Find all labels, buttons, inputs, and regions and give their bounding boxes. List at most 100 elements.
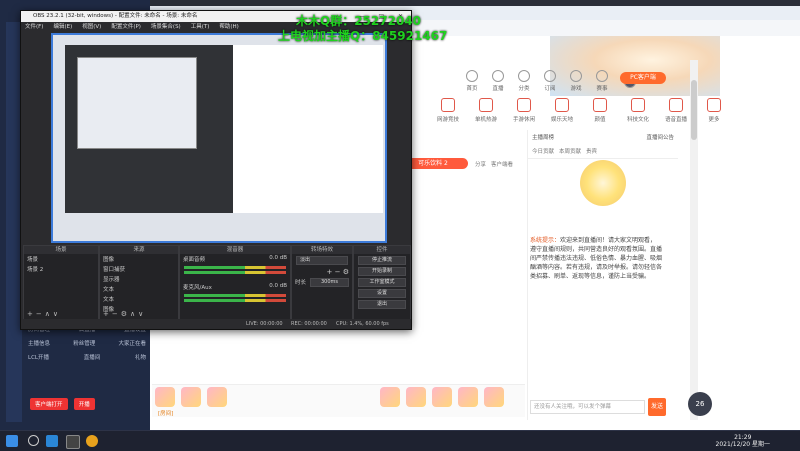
open-client-button[interactable]: 客户端打开 (30, 398, 68, 410)
scene-item[interactable]: 场景 (24, 254, 98, 264)
start-live-button[interactable]: 开播 (73, 398, 95, 410)
source-item[interactable]: 文本 (100, 294, 178, 304)
nav-home[interactable]: 首页 (460, 70, 484, 92)
category-item[interactable]: 网游竞技 (430, 98, 466, 123)
notice-label: 直播间公告 (646, 135, 674, 141)
scene-item[interactable]: 场景 2 (24, 264, 98, 274)
gift-item[interactable] (458, 387, 478, 407)
chat-input[interactable]: 还没有人关注哦，可以发个弹幕 (530, 400, 645, 414)
dock-title: 来源 (100, 246, 178, 254)
mixer-track: 麦克风/Aux 0.0 dB (180, 282, 290, 292)
nav-game[interactable]: 游戏 (564, 70, 588, 92)
menu-item[interactable]: 礼物 (135, 353, 146, 361)
tab-today[interactable]: 今日贡献 (532, 147, 554, 155)
duration-row: 时长 300ms (292, 277, 352, 288)
nav-label: 游戏 (570, 86, 582, 92)
category-item[interactable]: 更多 (696, 98, 732, 123)
transition-add-remove[interactable]: + − ⚙ (292, 267, 352, 277)
menu-item[interactable]: 粉丝管理 (73, 339, 95, 347)
client-link[interactable]: 客户端看 (491, 160, 513, 168)
menu-item[interactable]: 主播信息 (28, 339, 50, 347)
share-link[interactable]: 分享 (475, 160, 486, 168)
scene-tools[interactable]: +−∧∨ (27, 310, 61, 318)
volume-slider[interactable] (184, 271, 286, 274)
rank-header: 主播周榜 直播间公告 (528, 130, 678, 144)
category-icon (518, 70, 530, 82)
nav-label: 赛事 (596, 86, 608, 92)
track-db: 0.0 dB (269, 283, 287, 289)
menu-row: 主播信息 粉丝管理 大家正在看 (24, 336, 150, 350)
left-buttons: 客户端打开 开播 (30, 398, 150, 410)
nav-category[interactable]: 分类 (512, 70, 536, 92)
category-item[interactable]: 单机热游 (468, 98, 504, 123)
send-button[interactable]: 发送 (648, 398, 666, 416)
gift-item[interactable] (484, 387, 504, 407)
duration-input[interactable]: 300ms (310, 278, 349, 287)
category-item[interactable]: 颜值 (582, 98, 618, 123)
studio-mode-button[interactable]: 工作室模式 (358, 278, 406, 287)
obs-icon[interactable] (66, 435, 80, 449)
stop-stream-button[interactable]: 停止推流 (358, 256, 406, 265)
gift-item[interactable] (432, 387, 452, 407)
exit-button[interactable]: 退出 (358, 300, 406, 309)
nav-follow[interactable]: 订阅 (538, 70, 562, 92)
duration-label: 时长 (295, 280, 307, 286)
game-icon (570, 70, 582, 82)
transitions-dock: 转场特效 淡出 + − ⚙ 时长 300ms (291, 245, 353, 321)
gift-bar: [房间] (152, 384, 525, 417)
gift-item[interactable] (207, 387, 227, 407)
menu-profile[interactable]: 配置文件(P) (111, 24, 141, 30)
app-icon[interactable] (86, 435, 98, 447)
page-scrollbar[interactable] (690, 60, 698, 420)
menu-view[interactable]: 视图(V) (82, 24, 101, 30)
system-clock[interactable]: 21:29 2021/12/20 星期一 (716, 434, 771, 448)
category-item[interactable]: 科技文化 (620, 98, 656, 123)
pc-client-button[interactable]: PC客户端 (620, 72, 666, 84)
menu-file[interactable]: 文件(F) (25, 24, 43, 30)
source-tools[interactable]: +−⚙∧∨ (103, 310, 146, 318)
scroll-thumb[interactable] (691, 80, 697, 140)
obs-preview[interactable] (51, 33, 387, 243)
category-icon (479, 98, 493, 112)
category-item[interactable]: 娱乐天地 (544, 98, 580, 123)
gift-item[interactable] (380, 387, 400, 407)
nav-live[interactable]: 直播 (486, 70, 510, 92)
search-icon[interactable] (28, 435, 39, 446)
system-tag: 系统提示： (530, 237, 561, 244)
transition-select[interactable]: 淡出 (296, 256, 348, 265)
contribution-tabs: 今日贡献 本周贡献 贵宾 (528, 144, 678, 159)
menu-edit[interactable]: 编辑(E) (53, 24, 72, 30)
gift-item[interactable] (406, 387, 426, 407)
volume-slider[interactable] (184, 299, 286, 302)
menu-item[interactable]: LCL开播 (28, 353, 49, 361)
source-item[interactable]: 文本 (100, 284, 178, 294)
browser-icon[interactable] (46, 435, 58, 447)
trophy-icon (596, 70, 608, 82)
category-item[interactable]: 手游休闲 (506, 98, 542, 123)
source-item[interactable]: 窗口捕获 (100, 264, 178, 274)
nav-label: 直播 (492, 86, 504, 92)
start-recording-button[interactable]: 开始录制 (358, 267, 406, 276)
sticker-image (580, 160, 626, 206)
menu-scene-collection[interactable]: 场景集合(S) (151, 24, 181, 30)
menu-help[interactable]: 帮助(H) (219, 24, 238, 30)
source-item[interactable]: 显示器 (100, 274, 178, 284)
category-label: 语音直播 (664, 117, 687, 123)
category-item[interactable]: 语音直播 (658, 98, 694, 123)
settings-button[interactable]: 设置 (358, 289, 406, 298)
gift-item[interactable] (155, 387, 175, 407)
audio-meter (184, 294, 286, 297)
menu-item[interactable]: 直播间 (84, 353, 101, 361)
rec-timer: REC: 00:00:00 (291, 321, 327, 327)
menu-item[interactable]: 大家正在看 (118, 339, 146, 347)
clock-time: 21:29 (734, 434, 752, 441)
menu-tools[interactable]: 工具(T) (191, 24, 210, 30)
tab-week[interactable]: 本周贡献 (559, 147, 581, 155)
clock-date: 2021/12/20 星期一 (715, 441, 771, 448)
source-item[interactable]: 图像 (100, 254, 178, 264)
gift-item[interactable] (181, 387, 201, 407)
windows-start-icon[interactable] (6, 435, 18, 447)
chat-system-message: 系统提示：欢迎来到直播间！请大家文明观看，遵守直播间规则，共同营造良好的观看氛围… (530, 236, 662, 281)
nav-match[interactable]: 赛事 (590, 70, 614, 92)
tab-vip[interactable]: 贵宾 (586, 147, 597, 155)
